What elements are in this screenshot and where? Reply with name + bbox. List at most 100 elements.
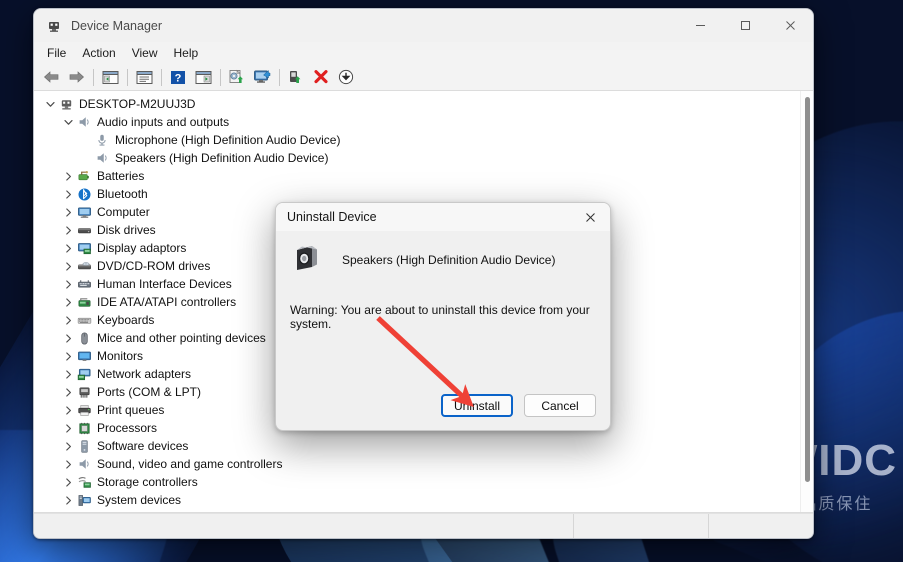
monitor-icon xyxy=(76,348,92,364)
tree-node-bluetooth[interactable]: Bluetooth xyxy=(34,185,801,203)
tree-node-label: Disk drives xyxy=(97,223,156,237)
chevron-right-icon[interactable] xyxy=(60,239,76,257)
window-title: Device Manager xyxy=(71,18,163,33)
chevron-right-icon[interactable] xyxy=(60,203,76,221)
tree-node-system-devices[interactable]: System devices xyxy=(34,491,801,509)
dialog-device-name: Speakers (High Definition Audio Device) xyxy=(342,252,556,267)
forward-icon[interactable] xyxy=(64,66,88,88)
tree-node-label: Ports (COM & LPT) xyxy=(97,385,202,399)
tree-node-storage-controllers[interactable]: Storage controllers xyxy=(34,473,801,491)
chevron-down-icon[interactable] xyxy=(60,113,76,131)
show-hide-action-pane-icon[interactable] xyxy=(191,66,215,88)
tree-node-label: Bluetooth xyxy=(97,187,148,201)
tree-node-label: Monitors xyxy=(97,349,144,363)
chevron-right-icon[interactable] xyxy=(60,185,76,203)
menu-help[interactable]: Help xyxy=(166,44,207,62)
tree-node-speakers[interactable]: Speakers (High Definition Audio Device) xyxy=(34,149,801,167)
speaker-icon xyxy=(76,114,92,130)
vertical-scrollbar[interactable] xyxy=(800,91,813,512)
toolbar-separator xyxy=(220,68,221,86)
tree-node-desktop[interactable]: DESKTOP-M2UUJ3D xyxy=(34,95,801,113)
tree-node-label: Network adapters xyxy=(97,367,192,381)
close-button[interactable] xyxy=(768,9,813,42)
tree-node-batteries[interactable]: Batteries xyxy=(34,167,801,185)
printer-icon xyxy=(76,402,92,418)
speaker-box-icon xyxy=(290,241,322,278)
tree-node-label: Storage controllers xyxy=(97,475,198,489)
chevron-right-icon[interactable] xyxy=(60,167,76,185)
disk-drive-icon xyxy=(76,222,92,238)
software-device-icon xyxy=(76,438,92,454)
update-driver-icon[interactable] xyxy=(225,66,249,88)
dialog-device-row: Speakers (High Definition Audio Device) xyxy=(290,241,596,278)
chevron-right-icon[interactable] xyxy=(60,257,76,275)
properties-icon[interactable] xyxy=(132,66,156,88)
toolbar-separator xyxy=(279,68,280,86)
tree-node-audio-inputs-and-outputs[interactable]: Audio inputs and outputs xyxy=(34,113,801,131)
chevron-right-icon[interactable] xyxy=(60,437,76,455)
status-pane-tertiary xyxy=(709,514,813,538)
dvd-drive-icon xyxy=(76,258,92,274)
uninstall-button[interactable]: Uninstall xyxy=(441,394,513,417)
chevron-down-icon[interactable] xyxy=(42,95,58,113)
dialog-close-button[interactable] xyxy=(570,203,610,231)
tree-node-label: DESKTOP-M2UUJ3D xyxy=(79,97,196,111)
tree-node-label: IDE ATA/ATAPI controllers xyxy=(97,295,237,309)
hid-icon xyxy=(76,276,92,292)
tree-node-label: Processors xyxy=(97,421,158,435)
show-hide-console-tree-icon[interactable] xyxy=(98,66,122,88)
tree-node-label: Keyboards xyxy=(97,313,155,327)
computer-root-icon xyxy=(58,96,74,112)
tree-node-label: DVD/CD-ROM drives xyxy=(97,259,211,273)
computer-icon xyxy=(76,204,92,220)
chevron-right-icon[interactable] xyxy=(60,293,76,311)
chevron-right-icon[interactable] xyxy=(60,365,76,383)
chevron-right-icon[interactable] xyxy=(60,401,76,419)
disable-device-icon[interactable] xyxy=(334,66,358,88)
desktop: WIDC 品质保住 Device Manager File Action Vie… xyxy=(0,0,903,562)
tree-node-label: Mice and other pointing devices xyxy=(97,331,266,345)
device-manager-icon xyxy=(46,18,62,34)
chevron-right-icon[interactable] xyxy=(60,347,76,365)
speaker-icon xyxy=(94,150,110,166)
tree-node-label: Batteries xyxy=(97,169,145,183)
menu-file[interactable]: File xyxy=(39,44,74,62)
tree-node-sound-video-and-game-controllers[interactable]: Sound, video and game controllers xyxy=(34,455,801,473)
dialog-warning-text: Warning: You are about to uninstall this… xyxy=(290,303,590,331)
chevron-right-icon[interactable] xyxy=(60,455,76,473)
maximize-button[interactable] xyxy=(723,9,768,42)
battery-icon xyxy=(76,168,92,184)
scrollbar-thumb[interactable] xyxy=(805,97,810,482)
bluetooth-icon xyxy=(76,186,92,202)
chevron-right-icon[interactable] xyxy=(60,221,76,239)
status-pane-secondary xyxy=(574,514,709,538)
tree-node-software-devices[interactable]: Software devices xyxy=(34,437,801,455)
tree-node-label: Computer xyxy=(97,205,150,219)
scan-for-hardware-changes-icon[interactable] xyxy=(250,66,274,88)
tree-node-label: System devices xyxy=(97,493,182,507)
chevron-right-icon[interactable] xyxy=(60,383,76,401)
help-icon[interactable]: ? xyxy=(166,66,190,88)
mouse-icon xyxy=(76,330,92,346)
toolbar-separator xyxy=(127,68,128,86)
chevron-right-icon[interactable] xyxy=(60,311,76,329)
menu-action[interactable]: Action xyxy=(74,44,123,62)
chevron-right-icon[interactable] xyxy=(60,329,76,347)
chevron-right-icon[interactable] xyxy=(60,275,76,293)
chevron-right-icon[interactable] xyxy=(60,491,76,509)
enable-device-icon[interactable] xyxy=(284,66,308,88)
microphone-icon xyxy=(94,132,110,148)
chevron-right-icon[interactable] xyxy=(60,419,76,437)
svg-text:?: ? xyxy=(175,72,182,84)
back-icon[interactable] xyxy=(39,66,63,88)
minimize-button[interactable] xyxy=(678,9,723,42)
tree-node-microphone[interactable]: Microphone (High Definition Audio Device… xyxy=(34,131,801,149)
sound-controller-icon xyxy=(76,456,92,472)
cancel-button[interactable]: Cancel xyxy=(524,394,596,417)
dialog-title: Uninstall Device xyxy=(287,210,377,224)
menu-view[interactable]: View xyxy=(124,44,166,62)
toolbar-separator xyxy=(93,68,94,86)
chevron-right-icon[interactable] xyxy=(60,473,76,491)
uninstall-device-icon[interactable] xyxy=(309,66,333,88)
tree-node-label: Software devices xyxy=(97,439,189,453)
